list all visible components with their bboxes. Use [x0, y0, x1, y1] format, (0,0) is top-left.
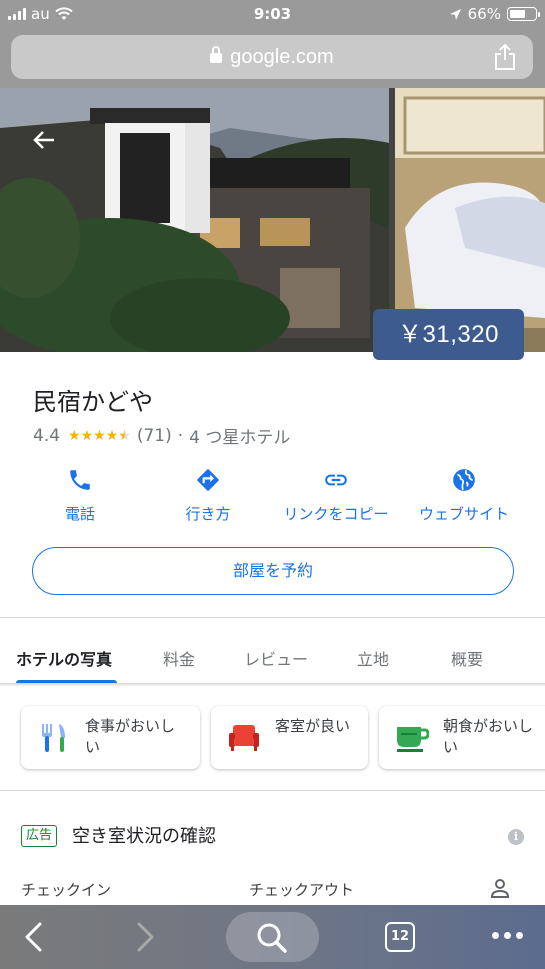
tab-hotel-photos[interactable]: ホテルの写真	[16, 646, 112, 670]
review-count: (71)	[136, 425, 172, 446]
star-icon: ★	[93, 427, 106, 444]
location-arrow-icon	[449, 8, 461, 20]
call-button[interactable]: 電話	[15, 463, 145, 524]
cutlery-icon	[42, 724, 65, 752]
hotel-name: 民宿かどや	[33, 388, 153, 416]
rating-row[interactable]: 4.4 ★ ★ ★ ★ ★ (71) · 4 つ星ホテル	[33, 423, 291, 449]
address-bar[interactable]: google.com	[11, 35, 533, 79]
directions-button[interactable]: 行き方	[143, 463, 273, 524]
tab-overview[interactable]: 概要	[451, 646, 483, 670]
tab-prices[interactable]: 料金	[163, 646, 195, 670]
highlight-chip-breakfast[interactable]: 朝食がおいしい	[379, 706, 545, 769]
tab-bar: ホテルの写真 料金 レビュー 立地 概要	[0, 634, 545, 684]
action-row: 電話 行き方 リンクをコピー ウェブサイト	[0, 463, 545, 533]
url-text: google.com	[230, 46, 334, 68]
person-icon[interactable]	[491, 879, 509, 899]
tab-location[interactable]: 立地	[357, 646, 389, 670]
back-arrow-icon[interactable]	[28, 124, 60, 156]
browser-toolbar: 12	[0, 905, 545, 969]
battery-level	[510, 10, 526, 18]
globe-icon	[453, 469, 475, 491]
highlight-label: 客室が良い	[275, 717, 351, 735]
highlight-label: 朝食がおいしい	[443, 717, 534, 756]
tab-reviews[interactable]: レビュー	[244, 646, 308, 670]
action-label: 行き方	[185, 505, 231, 523]
rating-stars: ★ ★ ★ ★ ★	[68, 428, 131, 444]
action-label: 電話	[64, 505, 95, 523]
ad-badge: 広告	[21, 825, 58, 847]
checkin-label[interactable]: チェックイン	[21, 879, 111, 900]
directions-icon	[197, 469, 219, 491]
battery-icon	[507, 7, 540, 21]
browser-forward-icon[interactable]	[133, 921, 157, 953]
tab-bar-shadow	[0, 683, 545, 687]
more-options-icon[interactable]	[492, 932, 523, 939]
status-bar: au 9:03 66%	[0, 0, 545, 30]
star-icon: ★	[105, 427, 119, 444]
action-label: リンクをコピー	[283, 505, 389, 523]
checkout-label[interactable]: チェックアウト	[249, 879, 354, 900]
highlight-chip-room[interactable]: 客室が良い	[211, 706, 368, 769]
star-icon: ★	[68, 427, 81, 444]
battery-percent: 66%	[467, 5, 501, 23]
info-icon[interactable]: i	[508, 829, 524, 845]
browser-back-icon[interactable]	[22, 921, 46, 953]
hotel-category: 4 つ星ホテル	[189, 428, 291, 448]
highlight-chip-food[interactable]: 食事がおいしい	[21, 706, 200, 769]
armchair-icon	[229, 725, 259, 751]
star-icon: ★	[80, 427, 94, 444]
rating-value: 4.4	[33, 425, 61, 446]
browser-search-button[interactable]	[226, 912, 319, 962]
divider	[0, 790, 545, 791]
link-icon	[325, 474, 347, 486]
browser-address-area: google.com	[0, 30, 545, 88]
lock-icon	[210, 46, 223, 63]
search-icon	[257, 923, 287, 953]
separator-dot: ·	[177, 425, 184, 446]
half-star-icon: ★	[118, 427, 131, 444]
copy-link-button[interactable]: リンクをコピー	[271, 463, 401, 524]
availability-heading: 空き室状況の確認	[72, 826, 216, 847]
phone-icon	[70, 470, 90, 490]
highlight-label: 食事がおいしい	[85, 717, 176, 756]
action-label: ウェブサイト	[418, 505, 509, 523]
share-icon[interactable]	[493, 43, 517, 71]
tab-switcher-button[interactable]: 12	[385, 922, 415, 952]
book-room-button[interactable]: 部屋を予約	[32, 547, 514, 595]
price-badge[interactable]: ￥31,320	[373, 309, 524, 360]
website-button[interactable]: ウェブサイト	[399, 463, 529, 524]
divider	[0, 617, 545, 618]
coffee-cup-icon	[397, 727, 429, 752]
